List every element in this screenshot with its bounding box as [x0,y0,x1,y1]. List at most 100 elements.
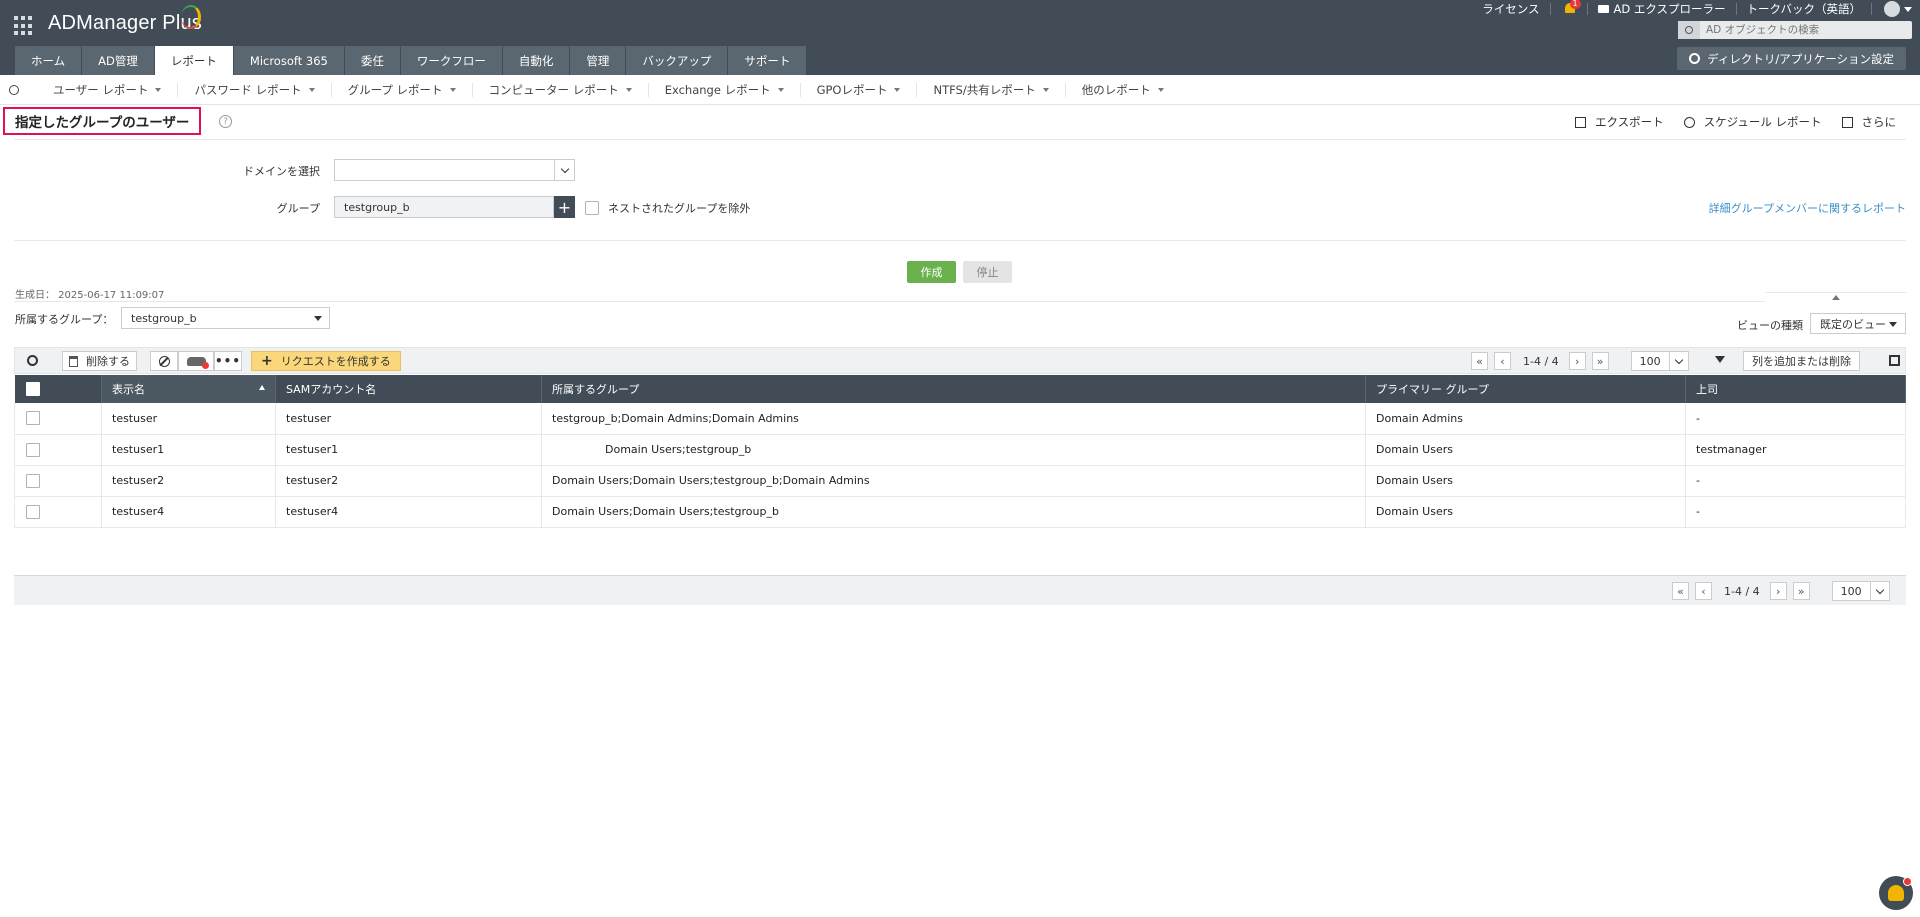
filter-icon[interactable] [1715,356,1725,363]
subnav-label: コンピューター レポート [488,82,619,97]
tab-delegation[interactable]: 委任 [344,46,400,75]
cell-manager: - [1685,403,1906,435]
table-row[interactable]: testuser2 testuser2 Domain Users;Domain … [14,465,1906,497]
first-page-button[interactable]: « [1471,352,1488,370]
last-page-button[interactable]: » [1792,582,1810,600]
subnav-exchange-reports[interactable]: Exchange レポート [649,82,801,97]
last-page-button[interactable]: » [1591,352,1609,370]
per-page-select[interactable]: 100 [1831,581,1890,601]
prev-page-button[interactable]: ‹ [1494,352,1511,370]
column-primary-group[interactable]: プライマリー グループ [1365,375,1686,403]
first-page-button[interactable]: « [1672,582,1689,600]
ad-explorer-link[interactable]: AD エクスプローラー [1588,1,1736,17]
create-request-button[interactable]: + リクエストを作成する [251,351,401,371]
app-logo[interactable]: ADManager Plus [48,12,202,35]
assistant-chat-icon[interactable] [1879,876,1913,910]
stop-button[interactable]: 停止 [963,261,1012,283]
group-field[interactable]: testgroup_b [334,196,554,218]
table-row[interactable]: testuser testuser testgroup_b;Domain Adm… [14,403,1906,435]
next-page-button[interactable]: › [1769,582,1787,600]
per-page-select[interactable]: 100 [1630,351,1689,371]
talkback-link[interactable]: トークバック（英語） [1737,1,1871,17]
user-avatar-icon[interactable] [1884,1,1900,17]
tab-backup[interactable]: バックアップ [626,46,728,75]
row-checkbox-cell [14,496,102,528]
subnav-ntfs-reports[interactable]: NTFS/共有レポート [917,82,1066,97]
tab-reports[interactable]: レポート [154,46,233,75]
search-icon[interactable] [9,84,19,95]
row-checkbox[interactable] [26,473,40,488]
page-range: 1-4 / 4 [1724,584,1760,598]
table-row[interactable]: testuser1 testuser1 Domain Users;testgro… [14,434,1906,466]
chevron-down-icon [155,87,162,92]
notification-bell-icon[interactable]: 1 [1563,0,1581,16]
group-label: グループ [276,202,320,215]
table-row[interactable]: testuser4 testuser4 Domain Users;Domain … [14,496,1906,528]
add-group-button[interactable]: + [554,196,575,218]
tab-workflow[interactable]: ワークフロー [400,46,502,75]
help-icon[interactable]: ? [219,115,232,128]
chevron-down-icon[interactable] [554,160,574,180]
subnav-label: パスワード レポート [194,82,302,97]
disable-button[interactable] [150,351,178,371]
tab-home[interactable]: ホーム [15,46,82,75]
domain-label: ドメインを選択 [243,165,320,178]
cell-member-of: testgroup_b;Domain Admins;Domain Admins [541,403,1366,435]
grid-toolbar: 削除する ••• + リクエストを作成する « ‹ 1-4 / 4 › » 100… [14,347,1906,374]
subnav-computer-reports[interactable]: コンピューター レポート [473,82,649,97]
schedule-report-button[interactable]: スケジュール レポート [1683,114,1822,130]
subnav-label: ユーザー レポート [53,82,149,97]
next-page-button[interactable]: › [1568,352,1586,370]
column-label: 表示名 [112,383,145,396]
search-icon[interactable] [27,355,38,366]
chevron-down-icon [1157,87,1164,92]
page-title: 指定したグループのユーザー [3,107,202,135]
row-checkbox-cell [14,434,102,466]
ad-search-input[interactable] [1700,24,1900,36]
exclude-nested-option[interactable]: ネストされたグループを除外 [585,200,750,216]
column-display-name[interactable]: 表示名 [101,375,276,403]
chevron-down-icon[interactable] [1904,6,1912,12]
chevron-down-icon [777,87,784,92]
tab-support[interactable]: サポート [728,46,807,75]
search-icon[interactable] [1678,21,1700,39]
column-sam-account[interactable]: SAMアカウント名 [275,375,542,403]
app-launcher-icon[interactable] [14,16,34,36]
prev-page-button[interactable]: ‹ [1695,582,1712,600]
domain-select[interactable] [334,159,575,181]
generate-button[interactable]: 作成 [907,261,956,283]
table-header-row: 表示名 SAMアカウント名 所属するグループ プライマリー グループ 上司 [14,375,1906,403]
subnav-other-reports[interactable]: 他のレポート [1066,83,1180,97]
more-button[interactable]: さらに [1841,114,1896,130]
top-header: ADManager Plus ライセンス 1 AD エクスプローラー トークバッ… [0,0,1920,75]
more-actions-button[interactable]: ••• [214,351,242,371]
tab-automation[interactable]: 自動化 [502,46,570,75]
row-checkbox[interactable] [26,504,40,519]
column-manager[interactable]: 上司 [1685,375,1906,403]
delete-button[interactable]: 削除する [62,351,137,371]
row-checkbox[interactable] [26,442,40,457]
subnav-group-reports[interactable]: グループ レポート [332,82,473,97]
column-member-of[interactable]: 所属するグループ [541,375,1366,403]
detail-group-members-link[interactable]: 詳細グループメンバーに関するレポート [1709,200,1906,216]
collapse-toggle[interactable] [1765,292,1907,302]
directory-settings-button[interactable]: ディレクトリ/アプリケーション設定 [1677,47,1906,70]
move-button[interactable] [178,351,214,371]
subnav-password-reports[interactable]: パスワード レポート [178,82,332,97]
tab-admin[interactable]: 管理 [570,46,626,75]
cell-sam-account: testuser2 [275,465,542,497]
tab-microsoft-365[interactable]: Microsoft 365 [233,46,344,75]
exclude-nested-checkbox[interactable] [585,201,599,215]
row-checkbox[interactable] [26,411,40,426]
cell-manager: - [1685,465,1906,497]
add-remove-columns-button[interactable]: 列を追加または削除 [1743,351,1860,371]
view-type-select[interactable]: 既定のビュー [1810,313,1906,334]
member-of-select[interactable]: testgroup_b [121,307,330,329]
subnav-user-reports[interactable]: ユーザー レポート [37,82,179,97]
subnav-gpo-reports[interactable]: GPOレポート [801,82,918,97]
license-link[interactable]: ライセンス [1472,1,1549,17]
tab-ad-management[interactable]: AD管理 [82,46,154,75]
export-button[interactable]: エクスポート [1574,114,1664,130]
select-all-checkbox[interactable] [25,382,40,396]
divider [14,301,1765,302]
